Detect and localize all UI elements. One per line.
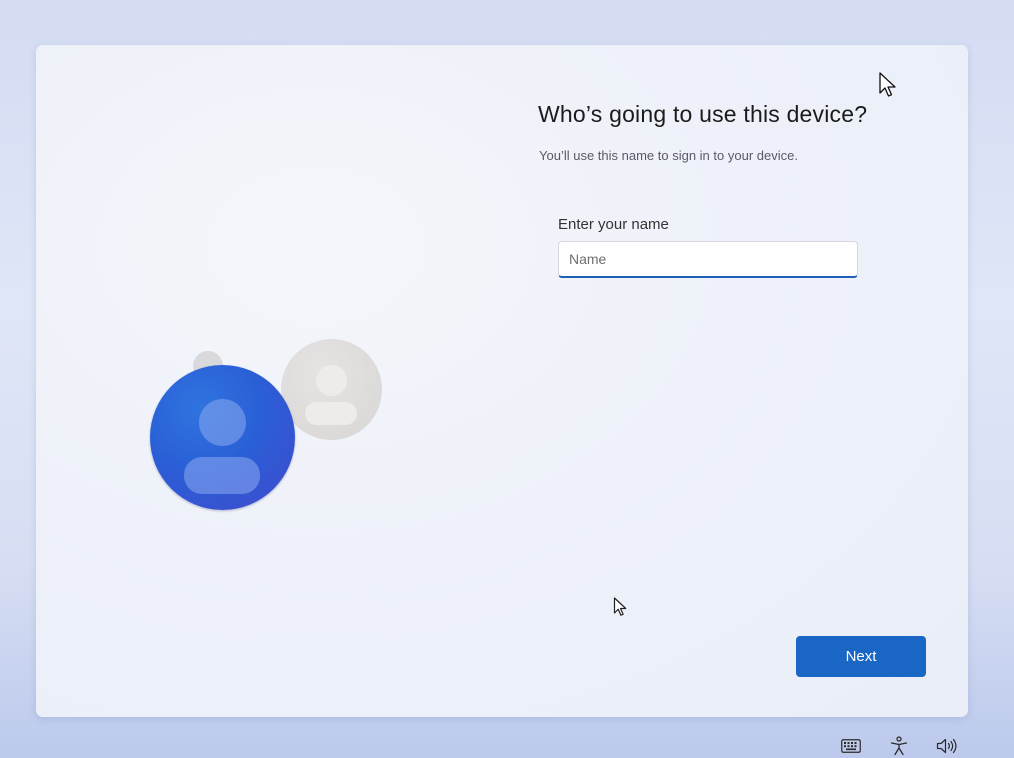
primary-user-avatar-icon [150, 365, 295, 510]
volume-icon[interactable] [935, 736, 959, 756]
keyboard-icon[interactable] [839, 736, 863, 756]
users-illustration [148, 337, 388, 517]
mouse-cursor-icon [613, 597, 627, 616]
setup-card: Who’s going to use this device? You’ll u… [36, 45, 968, 717]
accessibility-icon[interactable] [887, 736, 911, 756]
avatar-body [184, 457, 260, 494]
secondary-user-avatar-icon [281, 339, 382, 440]
name-field-label: Enter your name [558, 216, 669, 233]
page-subtitle: You’ll use this name to sign in to your … [539, 148, 798, 163]
next-button[interactable]: Next [796, 636, 926, 677]
avatar-head [316, 365, 347, 396]
name-input[interactable] [558, 241, 858, 278]
page-title: Who’s going to use this device? [538, 101, 868, 127]
avatar-body [305, 402, 357, 425]
mouse-cursor-icon [879, 72, 896, 97]
avatar-head [199, 399, 246, 446]
